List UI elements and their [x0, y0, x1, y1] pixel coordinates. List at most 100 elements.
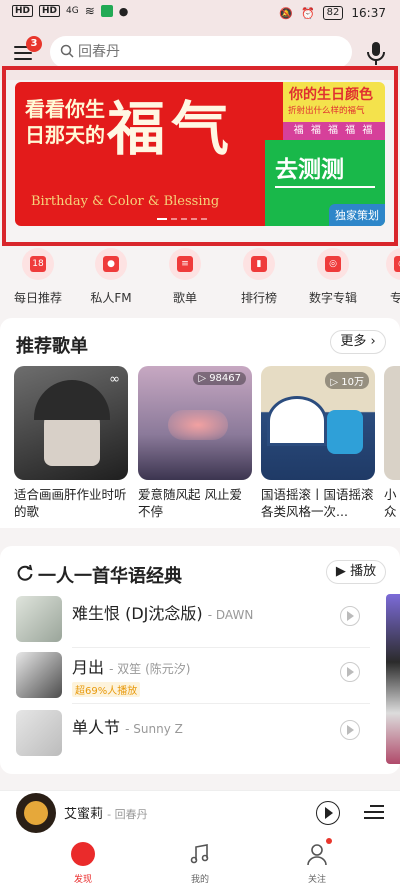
- quick-nav-label: 数字专辑: [308, 291, 357, 305]
- player-title: 艾蜜莉: [64, 807, 104, 822]
- radio-icon: ●: [95, 248, 127, 280]
- play-button[interactable]: [316, 801, 340, 825]
- playlist-name: 爱意随风起 风止爱不停: [138, 487, 242, 519]
- playlist-cover: [384, 366, 400, 480]
- section-title: 推荐歌单: [16, 336, 88, 357]
- section-title: 一人一首华语经典: [38, 566, 182, 587]
- discover-icon: [71, 842, 95, 866]
- tab-mine[interactable]: 我的: [165, 838, 235, 886]
- tab-follow[interactable]: 关注: [282, 838, 352, 886]
- recommended-playlists-section: 推荐歌单 更多 › ∞ 适合画画肝作业时听的歌 ▷ 98467 爱意随风起 风止…: [0, 318, 400, 528]
- quick-nav-label: 每日推荐: [13, 291, 62, 305]
- quick-nav-charts[interactable]: ▮ 排行榜: [229, 248, 289, 310]
- play-all-label: 播放: [350, 564, 377, 579]
- song-title-line: 难生恨 (DJ沈念版) - DAWN: [72, 604, 254, 623]
- signal-badge-2: HD: [39, 5, 61, 17]
- song-cover: [16, 710, 62, 756]
- tab-label: 关注: [307, 875, 326, 885]
- song-artist: Sunny Z: [133, 722, 183, 736]
- playlist-cover: ▷ 98467: [138, 366, 252, 480]
- mini-player[interactable]: 艾蜜莉 - 回春丹: [0, 790, 400, 834]
- play-icon[interactable]: [340, 662, 360, 682]
- playlist-name: 适合画画肝作业时听的歌: [14, 487, 127, 519]
- quick-nav-daily[interactable]: 18 每日推荐: [8, 248, 68, 310]
- more-label: 更多: [340, 334, 367, 349]
- menu-button[interactable]: 3: [14, 36, 42, 66]
- quick-nav-digital-album[interactable]: ◎ 数字专辑: [303, 248, 363, 310]
- mute-icon: 🔕: [279, 6, 293, 20]
- quick-nav-label: 歌单: [172, 291, 197, 305]
- app-icon: [100, 5, 113, 17]
- loop-icon: ∞: [109, 372, 120, 387]
- play-icon[interactable]: [340, 606, 360, 626]
- song-row[interactable]: 单人节 - Sunny Z: [0, 706, 380, 762]
- playlist-cover: ▷ 10万: [261, 366, 375, 480]
- playlist-name: 小众: [384, 487, 397, 519]
- network-type: 4G: [66, 6, 79, 16]
- wifi-icon: ≋: [84, 4, 95, 18]
- battery-level: 82: [322, 6, 344, 20]
- player-cover: [16, 793, 56, 833]
- banner-highlight-frame: [2, 66, 398, 246]
- menu-badge: 3: [26, 36, 42, 52]
- tab-discover[interactable]: 发现: [48, 838, 118, 886]
- playlist-cover: ∞: [14, 366, 128, 480]
- alarm-icon: ⏰: [300, 6, 315, 20]
- player-track: 艾蜜莉 - 回春丹: [64, 807, 148, 822]
- tab-label: 我的: [190, 875, 209, 885]
- menu-icon-line: [14, 52, 32, 54]
- playlist-card[interactable]: ∞ 适合画画肝作业时听的歌: [14, 366, 128, 520]
- playlist-icon: ≡: [169, 248, 201, 280]
- play-count-value: 98467: [209, 373, 241, 384]
- song-title: 月出: [72, 658, 105, 677]
- play-count: ▷ 98467: [193, 372, 246, 385]
- quick-nav: 18 每日推荐 ● 私人FM ≡ 歌单 ▮ 排行榜 ◎ 数字专辑 ◎ 专辑: [0, 248, 400, 310]
- playlist-card[interactable]: ▷ 10万 国语摇滚丨国语摇滚各类风格一次...: [261, 366, 375, 520]
- song-cover: [16, 652, 62, 698]
- album-icon: ◎: [386, 248, 400, 280]
- song-title-line: 单人节 - Sunny Z: [72, 718, 183, 737]
- quick-nav-playlist[interactable]: ≡ 歌单: [155, 248, 215, 310]
- song-cover: [16, 596, 62, 642]
- classic-songs-section: 一人一首华语经典 ▶ 播放 难生恨 (DJ沈念版) - DAWN 月出 - 双笙…: [0, 546, 400, 774]
- more-button[interactable]: 更多 ›: [330, 330, 386, 354]
- signal-badge-1: HD: [12, 5, 34, 17]
- song-title-line: 月出 - 双笙 (陈元汐): [72, 658, 191, 677]
- quick-nav-label: 专辑: [389, 291, 400, 305]
- divider: [72, 703, 370, 704]
- tab-label: 发现: [73, 875, 92, 885]
- quick-nav-fm[interactable]: ● 私人FM: [81, 248, 141, 310]
- song-title: 难生恨 (DJ沈念版): [72, 604, 203, 623]
- search-input[interactable]: [78, 42, 338, 62]
- song-tag: 超69%人播放: [72, 682, 141, 697]
- playlist-card[interactable]: ▷ 98467 爱意随风起 风止爱不停: [138, 366, 252, 520]
- calendar-icon: 18: [22, 248, 54, 280]
- song-artist: 双笙 (陈元汐): [117, 662, 191, 676]
- quick-nav-label: 私人FM: [90, 291, 132, 305]
- playlist-icon[interactable]: [364, 803, 384, 821]
- quick-nav-album[interactable]: ◎ 专辑: [372, 248, 400, 310]
- wechat-icon: ●: [118, 4, 129, 18]
- song-row[interactable]: 月出 - 双笙 (陈元汐) 超69%人播放: [0, 648, 380, 704]
- next-column-peek: [386, 594, 400, 764]
- menu-icon-line: [14, 58, 32, 60]
- player-artist: 回春丹: [114, 808, 148, 821]
- song-artist: DAWN: [215, 608, 254, 622]
- clock: 16:37: [351, 6, 386, 20]
- notification-dot: [326, 838, 332, 844]
- playlist-name: 国语摇滚丨国语摇滚各类风格一次...: [261, 487, 374, 519]
- album-icon: ◎: [317, 248, 349, 280]
- play-count-value: 10万: [341, 377, 364, 388]
- search-bar[interactable]: [50, 36, 352, 68]
- refresh-icon[interactable]: [16, 564, 34, 582]
- status-right: 🔕 ⏰ 82 16:37: [279, 6, 386, 20]
- microphone-icon[interactable]: [364, 40, 388, 66]
- play-count: ▷ 10万: [325, 372, 369, 389]
- bottom-tab-bar: 发现 我的 关注: [0, 834, 400, 888]
- song-row[interactable]: 难生恨 (DJ沈念版) - DAWN: [0, 592, 380, 648]
- play-all-button[interactable]: ▶ 播放: [326, 560, 386, 584]
- playlist-card[interactable]: 小众: [384, 366, 400, 520]
- quick-nav-label: 排行榜: [240, 291, 277, 305]
- chart-icon: ▮: [243, 248, 275, 280]
- play-icon[interactable]: [340, 720, 360, 740]
